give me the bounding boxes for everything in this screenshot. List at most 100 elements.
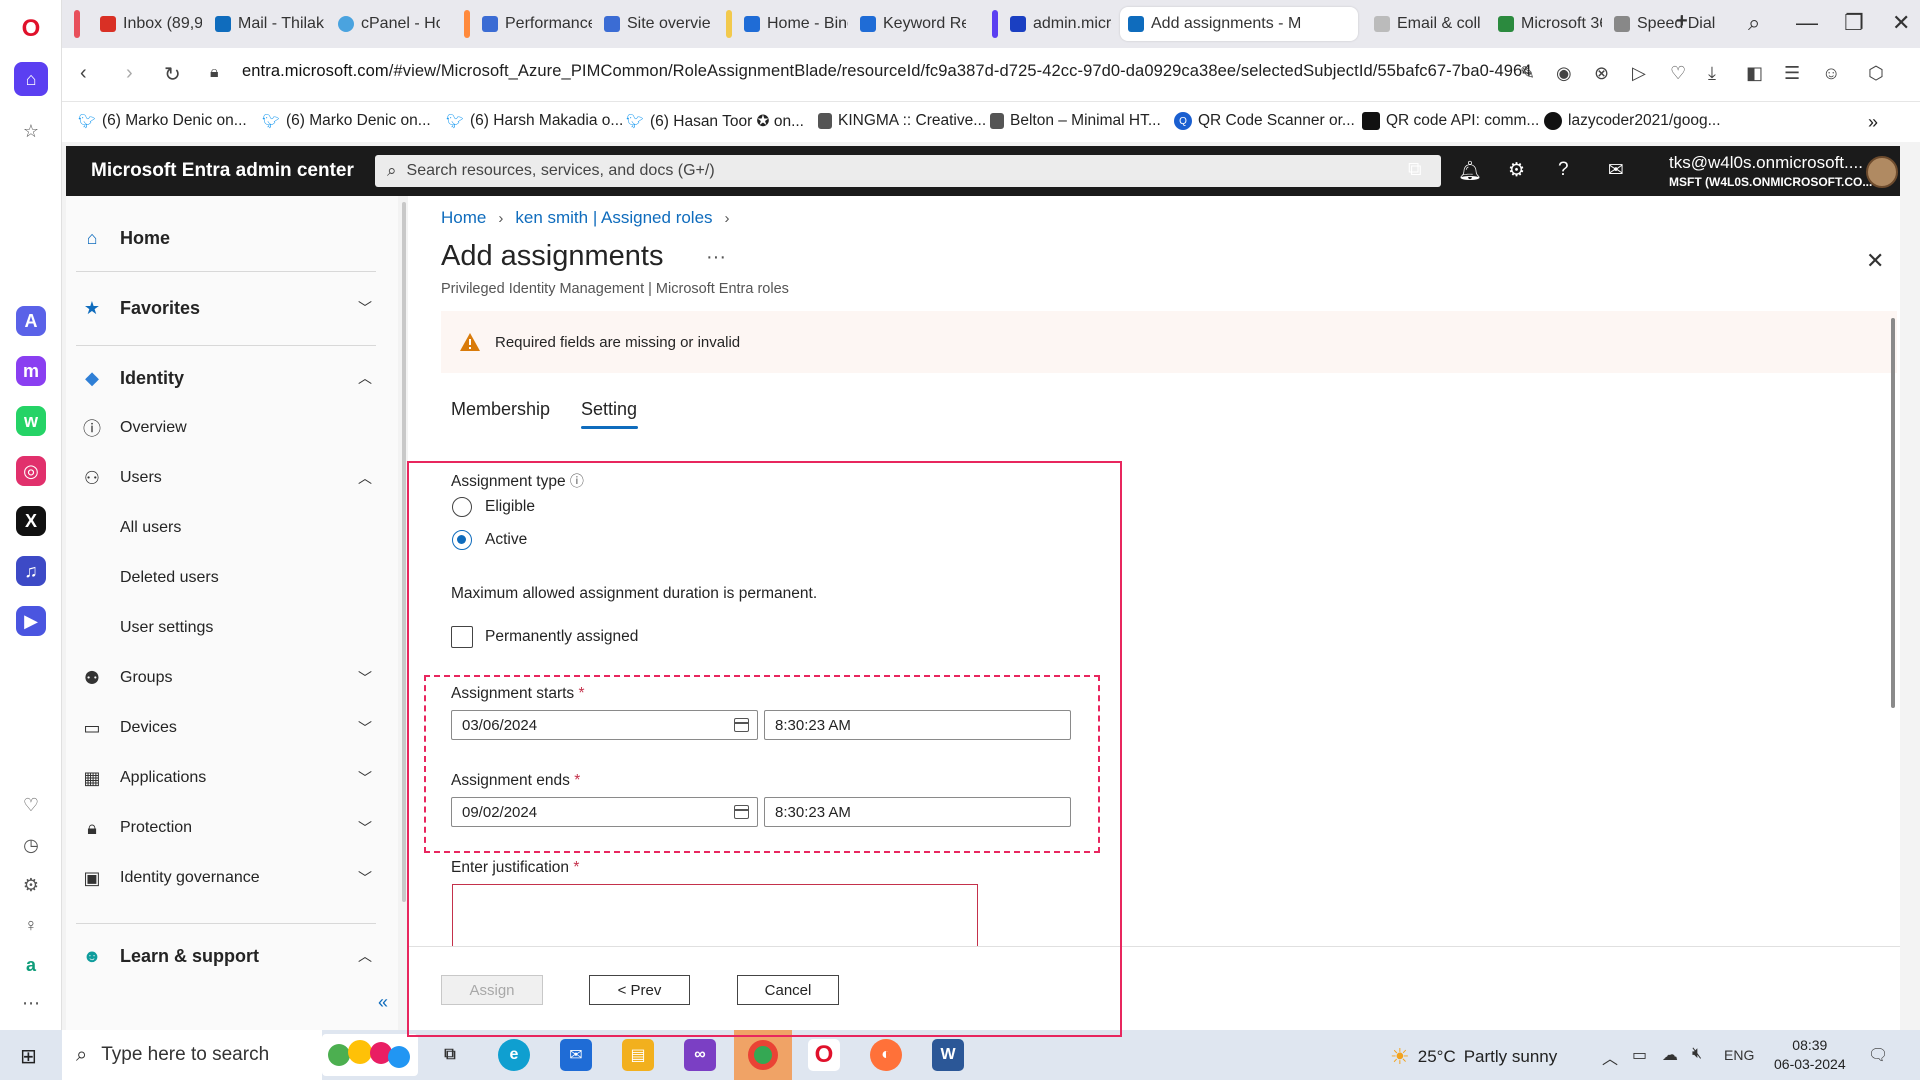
- nav-identity[interactable]: ◆ Identity ︿: [66, 358, 386, 398]
- nav-deleted-users[interactable]: Deleted users: [66, 558, 386, 598]
- cancel-button[interactable]: Cancel: [737, 975, 839, 1005]
- directory-icon[interactable]: ⧉: [1408, 159, 1422, 181]
- start-time-input[interactable]: 8:30:23 AM: [764, 710, 1071, 740]
- scrollbar-thumb[interactable]: [402, 202, 406, 902]
- minimize-icon[interactable]: —: [1796, 10, 1818, 36]
- active-radio[interactable]: [452, 530, 472, 550]
- app-icon[interactable]: a: [20, 954, 42, 976]
- visual-studio-icon[interactable]: ∞: [684, 1039, 716, 1071]
- opera-logo-icon[interactable]: O: [20, 15, 42, 42]
- nav-overview[interactable]: ⓘ Overview: [66, 408, 386, 448]
- x-twitter-icon[interactable]: X: [16, 506, 46, 536]
- aria-icon[interactable]: A: [16, 306, 46, 336]
- more-options-icon[interactable]: ···: [706, 246, 726, 269]
- tab-gmail[interactable]: Inbox (89,97: [92, 7, 202, 41]
- justification-textarea[interactable]: [452, 884, 978, 954]
- word-icon[interactable]: W: [932, 1039, 964, 1071]
- tab-performance[interactable]: Performance: [474, 7, 592, 41]
- search-tabs-icon[interactable]: ⌕: [1748, 10, 1760, 36]
- heart-icon[interactable]: ♡: [1670, 63, 1686, 84]
- nav-groups[interactable]: ⚉ Groups ﹀: [66, 658, 386, 698]
- bookmark-item[interactable]: 🐦︎ (6) Marko Denic on...: [262, 112, 431, 130]
- history-icon[interactable]: ◷: [20, 834, 42, 856]
- messenger-icon[interactable]: m: [16, 356, 46, 386]
- end-date-input[interactable]: 09/02/2024: [451, 797, 758, 827]
- calendar-icon[interactable]: [734, 718, 749, 732]
- bookmark-item[interactable]: Q QR Code Scanner or...: [1174, 112, 1355, 130]
- tab-cpanel[interactable]: cPanel - Hos: [330, 7, 440, 41]
- calendar-icon[interactable]: [734, 805, 749, 819]
- tab-bing-home[interactable]: Home - Bing: [736, 7, 848, 41]
- volume-mute-icon[interactable]: 🔇︎: [1692, 1045, 1702, 1063]
- scrollbar-thumb[interactable]: [1891, 318, 1895, 708]
- nav-users[interactable]: ⚇ Users ︿: [66, 458, 386, 498]
- bookmark-item[interactable]: lazycoder2021/goog...: [1544, 112, 1721, 130]
- settings-icon[interactable]: ⚙: [1508, 159, 1525, 182]
- language-indicator[interactable]: ENG: [1724, 1047, 1754, 1063]
- adblock-icon[interactable]: ⊗: [1594, 63, 1609, 84]
- camera-icon[interactable]: ◉: [1556, 63, 1572, 84]
- tab-membership[interactable]: Membership: [451, 399, 550, 420]
- new-tab-icon[interactable]: +: [1676, 10, 1688, 33]
- tab-admin-microsoft[interactable]: admin.micro: [1002, 7, 1112, 41]
- feedback-icon[interactable]: ✉: [1608, 159, 1624, 182]
- bookmark-item[interactable]: KINGMA :: Creative...: [818, 112, 986, 130]
- breadcrumb-home[interactable]: Home: [441, 208, 486, 228]
- weather-widget[interactable]: ☀ 25°C Partly sunny: [1390, 1044, 1557, 1070]
- network-icon[interactable]: ☁: [1662, 1045, 1678, 1065]
- nav-applications[interactable]: ▦ Applications ﹀: [66, 758, 386, 798]
- download-icon[interactable]: ⤓: [1708, 63, 1716, 84]
- extensions-icon[interactable]: ⬡: [1868, 63, 1884, 84]
- edge-icon[interactable]: e: [498, 1039, 530, 1071]
- tab-outlook[interactable]: Mail - Thilak: [207, 7, 325, 41]
- reload-icon[interactable]: ↻: [164, 62, 181, 87]
- restore-icon[interactable]: ❐: [1844, 10, 1864, 36]
- window-close-icon[interactable]: ✕: [1892, 10, 1910, 36]
- opera-taskbar-icon[interactable]: O: [808, 1039, 840, 1071]
- more-icon[interactable]: ⋯: [20, 992, 42, 1014]
- breadcrumb-assigned-roles[interactable]: ken smith | Assigned roles: [515, 208, 712, 228]
- nav-devices[interactable]: ▭ Devices ﹀: [66, 708, 386, 748]
- back-icon[interactable]: ‹: [80, 62, 87, 85]
- nav-home[interactable]: ⌂ Home: [66, 218, 386, 258]
- nav-identity-governance[interactable]: ▣ Identity governance ﹀: [66, 858, 386, 898]
- eligible-radio[interactable]: [452, 497, 472, 517]
- nav-user-settings[interactable]: User settings: [66, 608, 386, 648]
- player-icon[interactable]: ▶: [16, 606, 46, 636]
- notifications-icon[interactable]: 🗨︎: [1868, 1045, 1888, 1065]
- play-icon[interactable]: ▷: [1632, 63, 1646, 84]
- battery-saver-icon[interactable]: ◧: [1746, 63, 1763, 84]
- account-name[interactable]: tks@w4l0s.onmicrosoft....: [1669, 153, 1863, 173]
- nav-scrollbar[interactable]: [400, 196, 408, 916]
- tab-keyword-research[interactable]: Keyword Re: [852, 7, 966, 41]
- nav-all-users[interactable]: All users: [66, 508, 386, 548]
- avatar[interactable]: [1866, 156, 1898, 188]
- bookmark-item[interactable]: 🐦︎ (6) Harsh Makadia o...: [446, 112, 623, 130]
- music-icon[interactable]: ♫: [16, 556, 46, 586]
- tab-add-assignments[interactable]: Add assignments - M: [1120, 7, 1358, 41]
- settings-icon[interactable]: ⚙: [20, 874, 42, 896]
- battery-icon[interactable]: ▭: [1632, 1045, 1647, 1065]
- firefox-icon[interactable]: ◐: [870, 1039, 902, 1071]
- nav-favorites[interactable]: ★ Favorites ﹀: [66, 288, 386, 328]
- end-time-input[interactable]: 8:30:23 AM: [764, 797, 1071, 827]
- start-date-input[interactable]: 03/06/2024: [451, 710, 758, 740]
- lightbulb-icon[interactable]: ♀: [20, 914, 42, 936]
- forward-icon[interactable]: ›: [126, 62, 133, 85]
- chevron-up-icon[interactable]: ︿: [1602, 1045, 1618, 1069]
- easy-setup-icon[interactable]: ☰: [1784, 63, 1800, 84]
- tab-microsoft-365[interactable]: Microsoft 36: [1490, 7, 1602, 41]
- profile-icon[interactable]: ☺: [1822, 63, 1840, 84]
- nav-protection[interactable]: 🔒︎ Protection ﹀: [66, 808, 386, 848]
- taskbar-search-input[interactable]: ⌕ Type here to search: [62, 1030, 322, 1080]
- whatsapp-icon[interactable]: w: [16, 406, 46, 436]
- portal-title[interactable]: Microsoft Entra admin center: [91, 160, 354, 182]
- notifications-icon[interactable]: 🔔︎: [1458, 159, 1482, 183]
- help-icon[interactable]: ?: [1558, 159, 1569, 181]
- windows-start-icon[interactable]: ⊞: [20, 1044, 37, 1069]
- collapse-nav-icon[interactable]: «: [378, 992, 388, 1013]
- heart-icon[interactable]: ♡: [20, 794, 42, 816]
- instagram-icon[interactable]: ◎: [16, 456, 46, 486]
- bookmark-item[interactable]: QR code API: comm...: [1362, 112, 1539, 130]
- info-icon[interactable]: ⓘ: [570, 473, 584, 489]
